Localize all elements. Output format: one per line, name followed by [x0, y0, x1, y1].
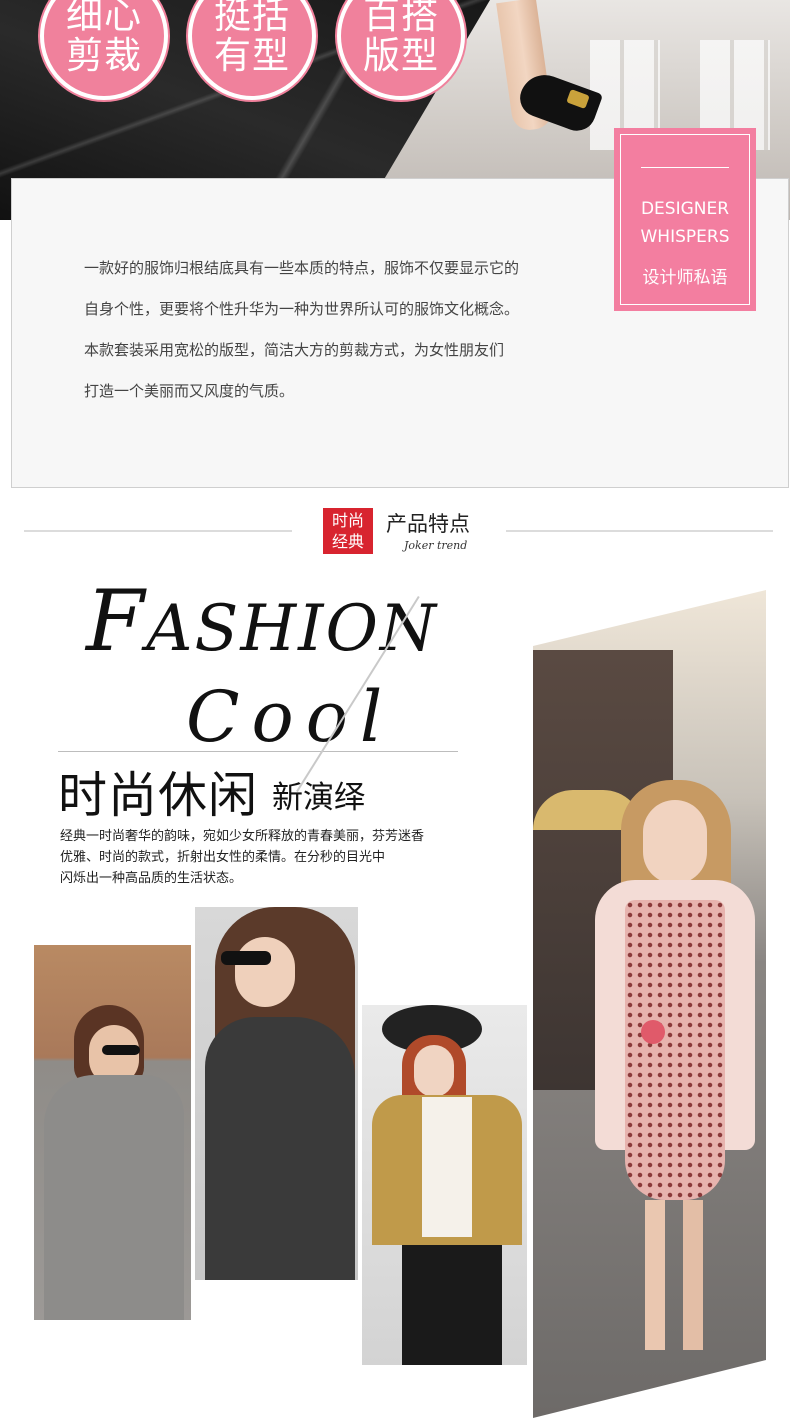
feature-description-line: 经典一时尚奢华的韵味，宛如少女所释放的青春美丽，芬芳迷香: [60, 829, 425, 844]
photo-face: [414, 1045, 454, 1097]
feature-description: 经典一时尚奢华的韵味，宛如少女所释放的青春美丽，芬芳迷香 优雅、时尚的款式，折射…: [60, 826, 460, 889]
tag-chinese-title: 设计师私语: [642, 268, 728, 288]
photo-sweater: [205, 1017, 355, 1280]
photo-leg: [683, 1200, 703, 1350]
fashion-heading: FASHION: [86, 572, 438, 670]
designer-whispers-tag: DESIGNER WHISPERS 设计师私语: [614, 128, 756, 311]
section-badge-line: 经典: [331, 532, 364, 551]
bag-icon: [641, 1020, 665, 1044]
tag-english-line: WHISPERS: [640, 227, 730, 247]
section-badge: 时尚 经典: [323, 508, 373, 554]
photo-cardigan: [44, 1075, 184, 1320]
description-line: 本款套装采用宽松的版型，简洁大方的剪裁方式，为女性朋友们: [84, 341, 505, 359]
section-divider-right: [506, 530, 773, 532]
sunglasses-icon: [102, 1045, 140, 1055]
photo-face: [643, 800, 707, 884]
description-line: 打造一个美丽而又风度的气质。: [84, 382, 295, 400]
photo-jeans: [402, 1245, 502, 1365]
tag-divider: [641, 167, 729, 168]
section-title: 产品特点: [386, 512, 470, 536]
tag-frame: DESIGNER WHISPERS 设计师私语: [620, 134, 750, 305]
photo-shirt: [422, 1097, 472, 1237]
description-line: 一款好的服饰归根结底具有一些本质的特点，服饰不仅要显示它的: [84, 259, 520, 277]
photo-leg: [645, 1200, 665, 1350]
tag-english-line: DESIGNER: [640, 199, 730, 219]
badge-line: 有型: [214, 34, 290, 77]
fashion-initial: F: [86, 572, 147, 670]
section-badge-line: 时尚: [331, 511, 364, 530]
designer-description: 一款好的服饰归根结底具有一些本质的特点，服饰不仅要显示它的 自身个性，更要将个性…: [84, 248, 604, 412]
model-photo-black-hoodie: [195, 907, 358, 1280]
section-divider-left: [24, 530, 292, 532]
feature-headline-sub: 新演绎: [272, 780, 365, 816]
photo-face: [235, 937, 295, 1007]
description-line: 自身个性，更要将个性升华为一种为世界所认可的服饰文化概念。: [84, 300, 520, 318]
heading-divider: [58, 751, 458, 752]
fashion-rest: ASHION: [146, 592, 438, 666]
badge-line: 细心: [66, 0, 142, 37]
badge-line: 挺括: [214, 0, 290, 37]
model-photo-grey-hoodie-cardigan: [34, 945, 191, 1320]
feature-headline: 时尚休闲: [58, 767, 259, 824]
badge-line: 版型: [363, 34, 439, 77]
feature-description-line: 优雅、时尚的款式，折射出女性的柔情。在分秒的目光中: [60, 850, 386, 865]
sunglasses-icon: [221, 951, 271, 965]
feature-description-line: 闪烁出一种高品质的生活状态。: [60, 871, 243, 886]
badge-line: 百搭: [363, 0, 439, 37]
photo-polka-dress: [625, 900, 725, 1200]
badge-line: 剪裁: [66, 34, 142, 77]
model-photo-camel-cardigan: [362, 1005, 527, 1365]
cool-heading: Cool: [186, 676, 395, 758]
section-subtitle: Joker trend: [404, 539, 468, 552]
tag-english-title: DESIGNER WHISPERS: [621, 195, 749, 251]
model-photo-street-polka-dress: [533, 590, 766, 1418]
